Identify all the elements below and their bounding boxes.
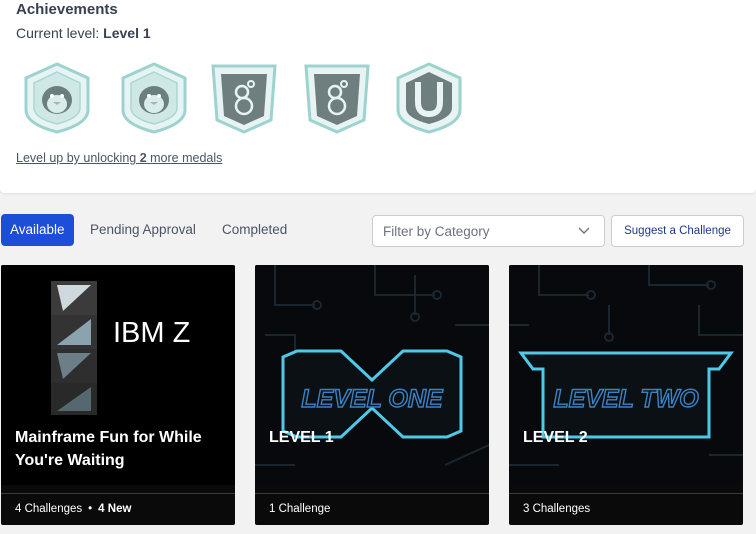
card-footer: 4 Challenges • 4 New [15,503,131,515]
challenge-card-level-2[interactable]: LEVEL TWO LEVEL 2 3 Challenges [509,265,743,525]
challenge-count: 1 Challenge [269,503,331,515]
card-art-text: LEVEL TWO [553,385,699,413]
card-title: LEVEL 1 [269,429,334,446]
level-two-art: LEVEL TWO [509,265,743,485]
tab-available[interactable]: Available [1,214,74,246]
tab-completed[interactable]: Completed [222,214,287,246]
filter-placeholder: Filter by Category [383,224,490,239]
challenge-count: 4 Challenges [15,503,83,515]
current-level-label: Current level: [16,25,104,41]
separator-dot: • [88,503,93,515]
card-footer: 1 Challenge [269,503,330,515]
suggest-challenge-button[interactable]: Suggest a Challenge [611,215,744,247]
level-one-art: LEVEL ONE [255,265,489,485]
penguin-medal-icon[interactable] [22,62,92,134]
category-filter-select[interactable]: Filter by Category [372,215,605,247]
penguin-medal-icon[interactable] [119,62,189,134]
divider [255,493,489,494]
card-footer: 3 Challenges [523,503,590,515]
challenge-card-level-1[interactable]: LEVEL ONE LEVEL 1 1 Challenge [255,265,489,525]
divider [509,493,743,494]
level-up-link[interactable]: Level up by unlocking 2 more medals [16,151,222,165]
challenge-count: 3 Challenges [523,503,591,515]
tab-pending-approval[interactable]: Pending Approval [90,214,196,246]
divider [1,493,235,494]
level-up-suffix: more medals [146,151,223,165]
card-title: Mainframe Fun for While You're Waiting [15,429,202,469]
bubbles-medal-icon[interactable] [302,62,372,134]
challenge-card-mainframe[interactable]: IBM Z Mainframe Fun for While You're Wai… [1,265,235,525]
level-up-count: 2 [139,151,147,165]
card-art-text: LEVEL ONE [301,385,444,413]
achievements-panel: Achievements Current level: Level 1 Leve… [0,0,756,193]
new-count-badge: 4 New [98,503,132,515]
current-level-value: Level 1 [103,25,151,41]
letter-u-medal-icon[interactable] [394,62,464,134]
level-up-prefix: Level up by unlocking [16,151,140,165]
chevron-down-icon [578,227,590,234]
card-title: LEVEL 2 [523,429,588,446]
card-art-text: IBM Z [113,317,190,349]
bubbles-medal-icon[interactable] [209,62,279,134]
current-level: Current level: Level 1 [16,25,151,41]
achievements-title: Achievements [16,1,118,18]
